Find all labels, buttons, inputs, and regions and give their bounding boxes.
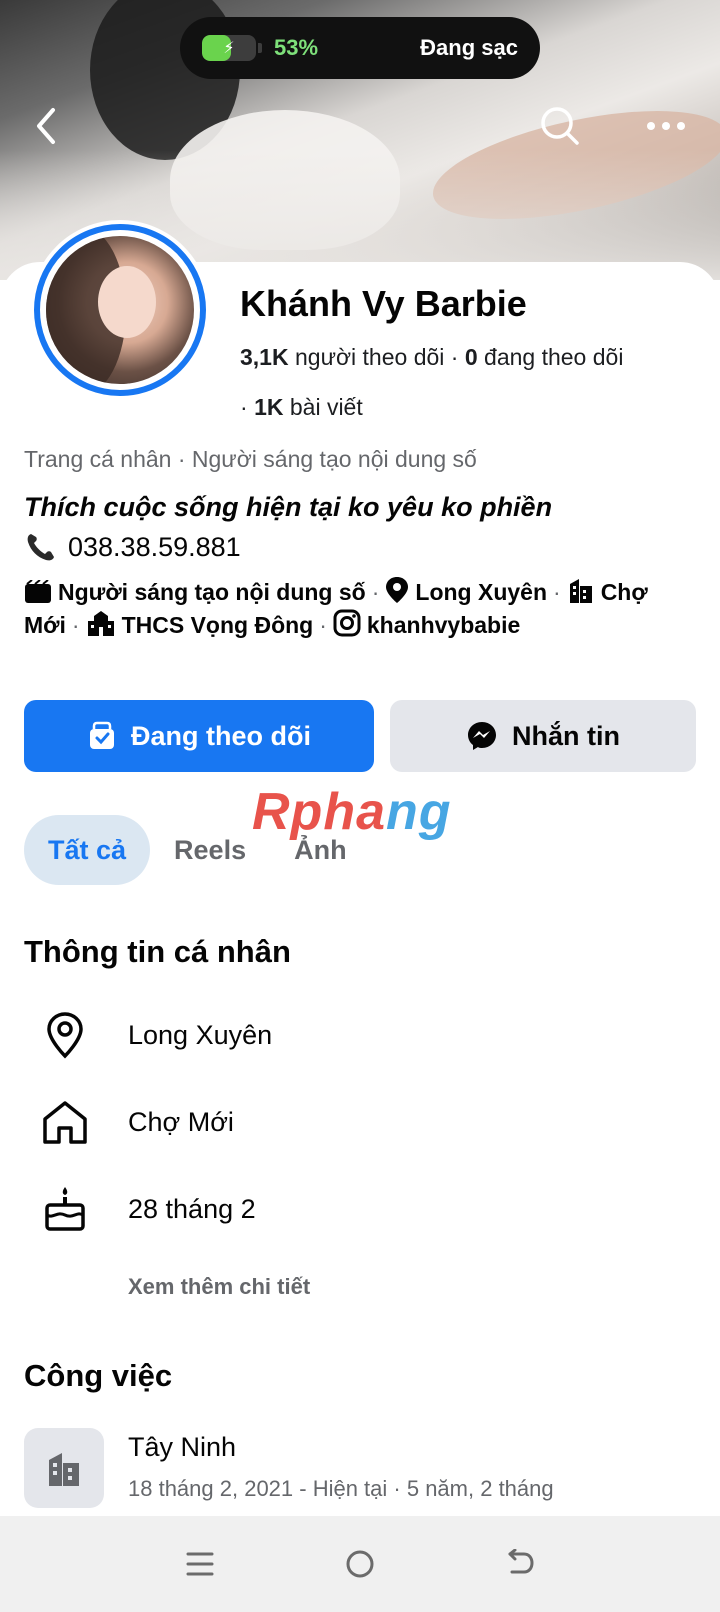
info-row-birthday[interactable]: 28 tháng 2 xyxy=(40,1184,256,1234)
back-nav-button[interactable] xyxy=(490,1534,550,1594)
intro-school[interactable]: THCS Vọng Đông xyxy=(122,612,314,638)
school-icon xyxy=(86,609,116,646)
home-button[interactable] xyxy=(330,1534,390,1594)
message-button[interactable]: Nhắn tin xyxy=(390,700,696,772)
city-building-icon xyxy=(567,576,595,613)
location-pin-icon xyxy=(385,576,409,613)
intro-instagram[interactable]: khanhvybabie xyxy=(367,612,520,638)
profile-category: Trang cá nhân · Người sáng tạo nội dung … xyxy=(24,446,477,472)
profile-avatar[interactable] xyxy=(30,220,210,400)
telephone-icon xyxy=(27,534,54,561)
battery-icon: ⚡ xyxy=(202,35,256,61)
followers-count: 3,1K xyxy=(240,344,289,370)
city-building-icon xyxy=(49,1453,79,1486)
posts-prefix: · xyxy=(240,394,255,420)
watermark-part: ng xyxy=(386,783,452,841)
avatar-shape xyxy=(98,266,156,338)
charging-status-pill: ⚡ 53% Đang sạc xyxy=(180,17,540,79)
separator: · xyxy=(71,612,80,638)
intro-details-line-2: Mới · THCS Vọng Đông · khanhvybabie xyxy=(24,609,704,646)
messenger-icon xyxy=(468,722,496,750)
info-location-text: Long Xuyên xyxy=(128,1019,273,1050)
search-icon xyxy=(541,107,579,145)
intro-location[interactable]: Long Xuyên xyxy=(415,579,547,605)
story-ring xyxy=(34,224,206,396)
personal-info-heading: Thông tin cá nhân xyxy=(24,934,291,969)
work-icon-tile[interactable] xyxy=(24,1428,104,1508)
profile-phone[interactable]: 038.38.59.881 xyxy=(24,530,241,564)
phone-number: 038.38.59.881 xyxy=(68,531,241,562)
info-row-hometown[interactable]: Chợ Mới xyxy=(40,1097,234,1147)
following-button[interactable]: Đang theo dõi xyxy=(24,700,374,772)
back-arrow-icon xyxy=(508,1549,534,1574)
separator: · xyxy=(553,579,561,605)
home-circle-icon xyxy=(346,1550,374,1578)
info-birthday-text: 28 tháng 2 xyxy=(128,1193,256,1224)
message-button-label: Nhắn tin xyxy=(512,720,620,751)
battery-percent: 53% xyxy=(274,35,319,60)
following-check-icon xyxy=(90,721,114,749)
birthday-cake-icon xyxy=(40,1184,90,1234)
separator: · xyxy=(371,579,380,605)
more-options-button[interactable] xyxy=(638,98,694,154)
profile-bio: Thích cuộc sống hiện tại ko yêu ko phiền xyxy=(24,492,553,522)
charging-bolt-icon: ⚡ xyxy=(223,40,235,57)
chevron-left-icon xyxy=(37,108,55,144)
avatar-image xyxy=(46,236,194,384)
info-row-location[interactable]: Long Xuyên xyxy=(40,1010,272,1060)
following-button-label: Đang theo dõi xyxy=(131,720,311,751)
following-count: 0 xyxy=(464,344,478,370)
info-hometown-text: Chợ Mới xyxy=(128,1106,234,1137)
posts-stats: · 1K bài viết xyxy=(240,394,363,421)
profile-name: Khánh Vy Barbie xyxy=(240,283,527,324)
system-navigation-bar xyxy=(0,1516,720,1612)
back-button[interactable] xyxy=(18,98,74,154)
following-label: đang theo dõi xyxy=(477,344,624,370)
tab-all[interactable]: Tất cả xyxy=(24,815,151,885)
recent-apps-icon xyxy=(186,1552,214,1576)
battery-cap xyxy=(258,43,262,53)
intro-hometown-part1[interactable]: Chợ xyxy=(601,579,648,605)
tab-reels[interactable]: Reels xyxy=(150,815,270,885)
charging-label: Đang sạc xyxy=(420,35,518,60)
work-subtitle: 18 tháng 2, 2021 - Hiện tại · 5 năm, 2 t… xyxy=(128,1476,554,1501)
work-heading: Công việc xyxy=(24,1358,173,1393)
profile-tabs: Tất cả Reels Ảnh xyxy=(24,815,371,885)
intro-details-line-1: Người sáng tạo nội dung số · Long Xuyên · Ch… xyxy=(24,576,704,613)
posts-count: 1K xyxy=(254,394,284,420)
search-button[interactable] xyxy=(532,98,588,154)
separator: · xyxy=(319,612,327,638)
followers-label: người theo dõi · xyxy=(288,344,465,370)
follow-stats[interactable]: 3,1K người theo dõi · 0 đang theo dõi xyxy=(240,344,623,371)
see-more-details-link[interactable]: Xem thêm chi tiết xyxy=(128,1274,310,1300)
tab-photos[interactable]: Ảnh xyxy=(270,815,370,885)
home-icon xyxy=(40,1097,90,1147)
instagram-icon xyxy=(333,609,361,646)
work-title[interactable]: Tây Ninh xyxy=(128,1432,236,1463)
recent-apps-button[interactable] xyxy=(170,1534,230,1594)
intro-creator: Người sáng tạo nội dung số xyxy=(58,579,366,605)
more-dots-icon xyxy=(647,122,685,130)
posts-label: bài viết xyxy=(283,394,363,420)
intro-hometown-part2[interactable]: Mới xyxy=(24,612,66,638)
location-pin-icon xyxy=(40,1010,90,1060)
